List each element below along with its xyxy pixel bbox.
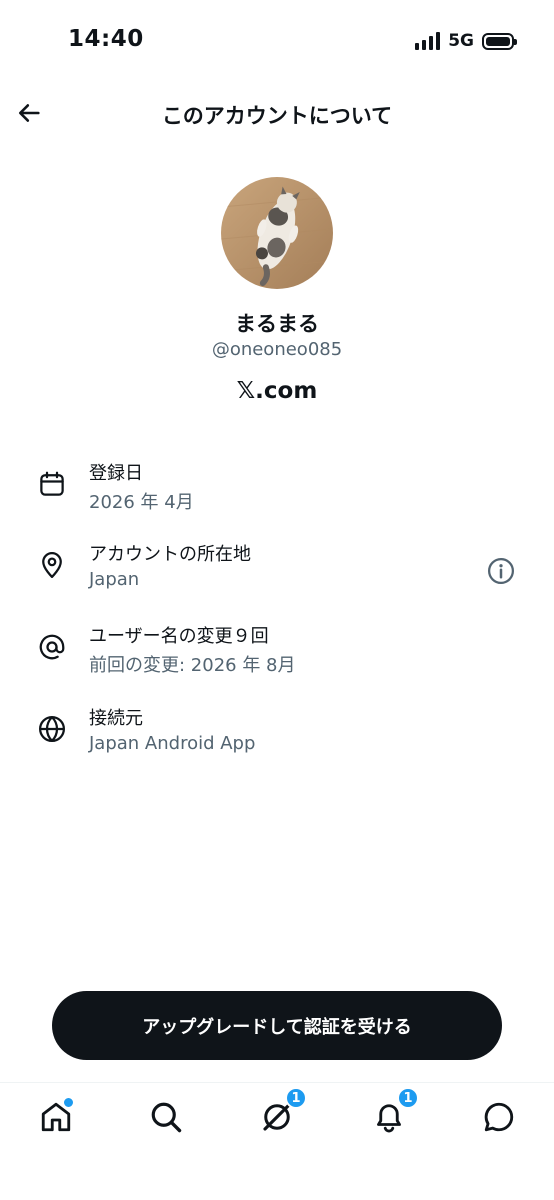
- info-value: 前回の変更: 2026 年 8月: [89, 655, 296, 676]
- tab-messages[interactable]: [481, 1099, 517, 1135]
- header: このアカウントについて: [0, 84, 554, 146]
- avatar[interactable]: [221, 177, 333, 289]
- info-label: ユーザー名の変更９回: [89, 626, 269, 647]
- status-time: 14:40: [68, 26, 144, 52]
- search-icon: [151, 1102, 182, 1133]
- notifications-badge: 1: [397, 1087, 419, 1109]
- globe-icon: [39, 716, 65, 742]
- info-circle-icon[interactable]: [486, 556, 516, 586]
- calendar-icon: [40, 471, 64, 496]
- info-row-connected-via: 接続元 Japan Android App: [0, 704, 554, 768]
- status-bar: 14:40 5G: [0, 0, 554, 84]
- upgrade-verify-button[interactable]: アップグレードして認証を受ける: [52, 991, 502, 1060]
- info-label: 接続元: [89, 708, 143, 729]
- tab-search[interactable]: [148, 1099, 184, 1135]
- info-value: Japan Android App: [89, 733, 256, 754]
- info-value: Japan: [89, 569, 140, 590]
- tab-grok[interactable]: 1: [259, 1087, 307, 1135]
- grok-badge: 1: [285, 1087, 307, 1109]
- message-bubble-icon: [484, 1102, 514, 1132]
- battery-icon: [482, 32, 517, 50]
- page-title: このアカウントについて: [161, 104, 393, 128]
- info-row-joined: 登録日 2026 年 4月: [0, 459, 554, 523]
- bottom-tab-bar: 1 1: [0, 1082, 554, 1200]
- site-label: 𝕏.com: [236, 378, 318, 404]
- info-label: 登録日: [89, 463, 143, 484]
- at-sign-icon: [39, 634, 65, 660]
- username-handle: @oneoneo085: [211, 339, 343, 360]
- tab-home[interactable]: [38, 1096, 75, 1135]
- info-row-location: アカウントの所在地 Japan: [0, 540, 554, 604]
- signal-icon: [415, 32, 441, 50]
- info-row-username-changes: ユーザー名の変更９回 前回の変更: 2026 年 8月: [0, 622, 554, 686]
- network-type: 5G: [448, 31, 474, 51]
- info-value: 2026 年 4月: [89, 492, 194, 513]
- notification-dot: [62, 1096, 75, 1109]
- tab-notifications[interactable]: 1: [371, 1087, 419, 1135]
- location-pin-icon: [42, 552, 62, 578]
- status-indicators: 5G: [415, 31, 517, 51]
- display-name: まるまる: [235, 312, 319, 336]
- info-label: アカウントの所在地: [89, 544, 251, 565]
